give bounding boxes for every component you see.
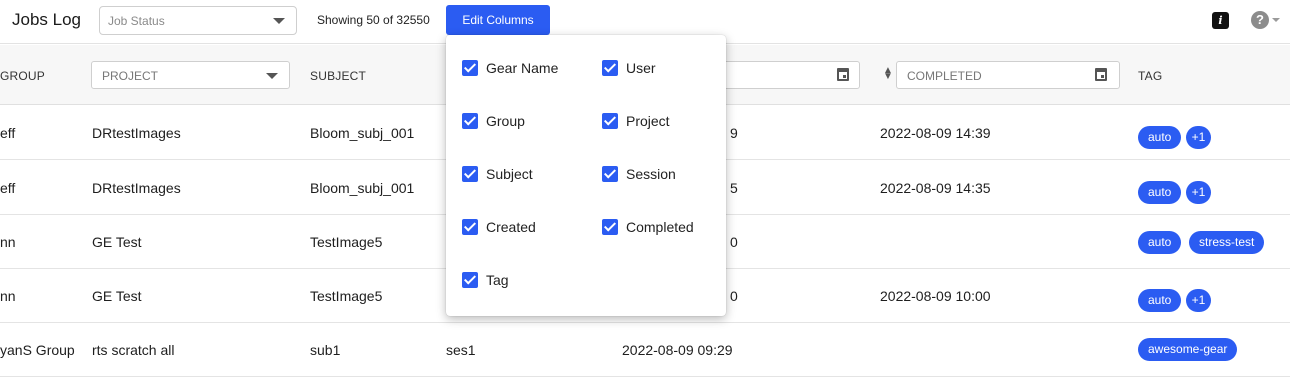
cell-subject: sub1	[310, 342, 341, 358]
column-toggle-label: Gear Name	[486, 60, 559, 76]
column-toggle-label: Tag	[486, 272, 509, 288]
cell-subject: Bloom_subj_001	[310, 180, 415, 196]
tag-badge[interactable]: auto	[1138, 231, 1182, 254]
cell-subject: TestImage5	[310, 288, 383, 304]
tag-badge[interactable]: auto	[1138, 289, 1182, 312]
cell-project: GE Test	[92, 234, 142, 250]
column-toggle-label: Subject	[486, 166, 533, 182]
cell-completed: 2022-08-09 14:35	[880, 180, 991, 196]
project-filter-placeholder: PROJECT	[102, 69, 159, 83]
column-toggle-label: Group	[486, 113, 525, 129]
column-toggle-label: Session	[626, 166, 676, 182]
checkbox-checked-icon[interactable]	[602, 219, 618, 235]
cell-created: 2022-08-09 09:29	[622, 342, 733, 358]
checkbox-checked-icon[interactable]	[462, 60, 478, 76]
calendar-icon[interactable]	[1095, 68, 1107, 81]
more-tags-badge[interactable]: +1	[1186, 181, 1211, 204]
cell-created: 9	[730, 125, 738, 141]
help-icon[interactable]: ?	[1251, 11, 1269, 29]
tag-badge[interactable]: auto	[1138, 126, 1182, 149]
cell-project: DRtestImages	[92, 180, 181, 196]
column-header-subject: SUBJECT	[310, 69, 367, 83]
checkbox-checked-icon[interactable]	[602, 166, 618, 182]
help-menu-chevron-icon[interactable]	[1272, 18, 1280, 22]
cell-group: nn	[0, 234, 16, 250]
checkbox-checked-icon[interactable]	[462, 113, 478, 129]
cell-project: GE Test	[92, 288, 142, 304]
results-count: Showing 50 of 32550	[317, 13, 430, 27]
page-title: Jobs Log	[12, 10, 81, 29]
column-toggle-label: Completed	[626, 219, 694, 235]
job-status-select[interactable]: Job Status	[99, 6, 297, 35]
info-icon[interactable]: i	[1212, 12, 1229, 29]
column-toggle-label: User	[626, 60, 656, 76]
cell-project: DRtestImages	[92, 125, 181, 141]
cell-subject: Bloom_subj_001	[310, 125, 415, 141]
completed-date-filter[interactable]: COMPLETED	[896, 61, 1120, 89]
cell-group: yanS Group	[0, 342, 75, 358]
cell-created: 0	[730, 234, 738, 250]
checkbox-checked-icon[interactable]	[462, 219, 478, 235]
tag-badge[interactable]: auto	[1138, 181, 1182, 204]
column-header-tag: TAG	[1138, 69, 1163, 83]
calendar-icon[interactable]	[837, 68, 849, 81]
table-row[interactable]: yanS Group rts scratch all sub1 ses1 202…	[0, 323, 1290, 377]
cell-created: 0	[730, 288, 738, 304]
completed-filter-placeholder: COMPLETED	[907, 69, 982, 83]
cell-subject: TestImage5	[310, 234, 383, 250]
chevron-down-icon	[266, 73, 278, 79]
column-toggle-label: Project	[626, 113, 670, 129]
more-tags-badge[interactable]: +1	[1186, 289, 1211, 312]
cell-group: eff	[0, 125, 16, 141]
checkbox-checked-icon[interactable]	[462, 166, 478, 182]
chevron-down-icon	[273, 18, 285, 24]
column-toggle-label: Created	[486, 219, 536, 235]
cell-completed: 2022-08-09 10:00	[880, 288, 991, 304]
edit-columns-button[interactable]: Edit Columns	[446, 5, 550, 35]
more-tags-badge[interactable]: +1	[1186, 126, 1211, 149]
checkbox-checked-icon[interactable]	[462, 272, 478, 288]
cell-group: nn	[0, 288, 16, 304]
cell-session: ses1	[446, 342, 476, 358]
cell-group: eff	[0, 180, 16, 196]
cell-completed: 2022-08-09 14:39	[880, 125, 991, 141]
cell-project: rts scratch all	[92, 342, 175, 358]
cell-created: 5	[730, 180, 738, 196]
tag-badge[interactable]: stress-test	[1189, 231, 1265, 254]
checkbox-checked-icon[interactable]	[602, 60, 618, 76]
sort-icon[interactable]: ▲ ▼	[883, 66, 893, 82]
job-status-placeholder: Job Status	[108, 14, 165, 28]
column-header-group: GROUP	[0, 69, 46, 83]
tag-badge[interactable]: awesome-gear	[1138, 338, 1238, 361]
checkbox-checked-icon[interactable]	[602, 113, 618, 129]
project-filter-select[interactable]: PROJECT	[91, 61, 290, 89]
edit-columns-menu: Gear Name User Group Project Subject Ses…	[446, 35, 726, 316]
